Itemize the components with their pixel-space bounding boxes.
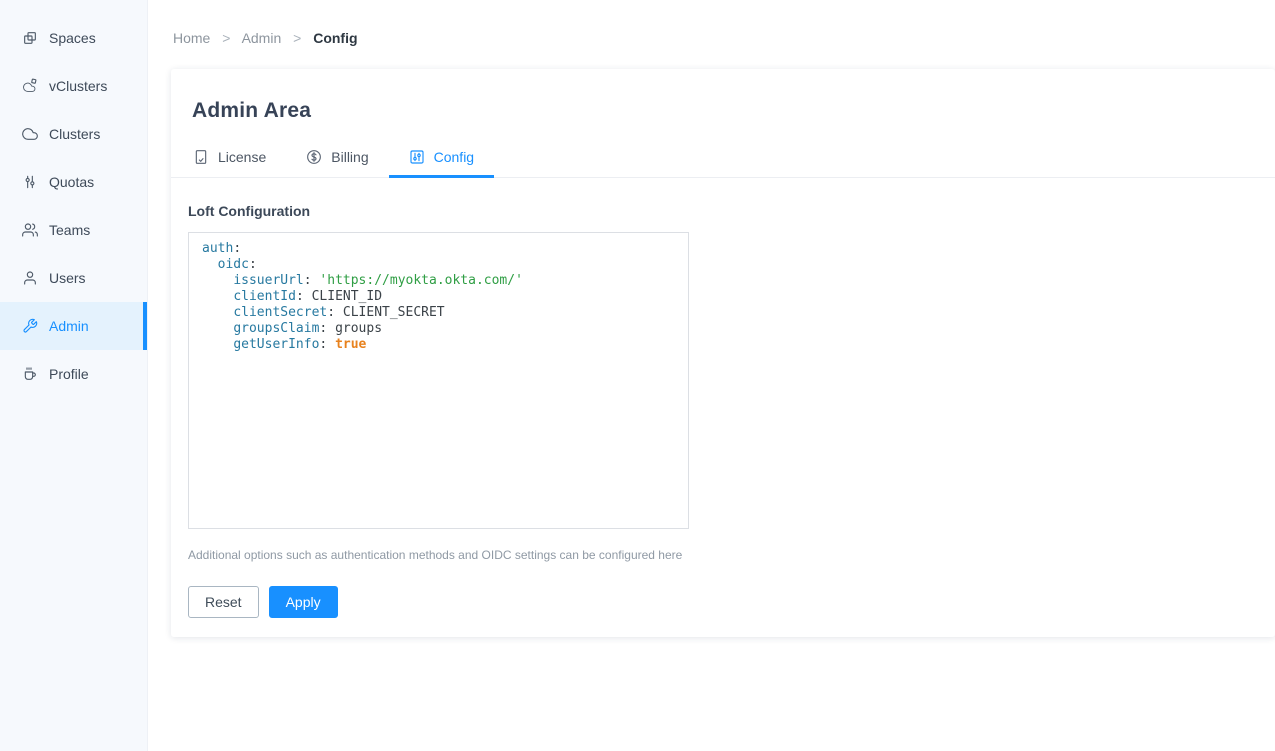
- sidebar-item-vclusters[interactable]: vClusters: [0, 62, 147, 110]
- license-icon: [193, 149, 209, 165]
- sidebar: Spaces vClusters Clusters Quotas Teams U…: [0, 0, 148, 751]
- section-title: Loft Configuration: [188, 203, 1251, 219]
- editor-help-note: Additional options such as authenticatio…: [188, 548, 1251, 562]
- apply-button[interactable]: Apply: [269, 586, 338, 618]
- sidebar-item-label: Clusters: [49, 126, 100, 142]
- billing-dollar-icon: [306, 149, 322, 165]
- admin-wrench-icon: [22, 318, 38, 334]
- teams-icon: [22, 222, 38, 238]
- sidebar-item-label: Spaces: [49, 30, 96, 46]
- sidebar-item-label: Profile: [49, 366, 89, 382]
- sidebar-item-label: vClusters: [49, 78, 107, 94]
- sidebar-item-label: Users: [49, 270, 86, 286]
- sidebar-item-label: Quotas: [49, 174, 94, 190]
- breadcrumb-separator: >: [222, 30, 230, 46]
- clusters-icon: [22, 126, 38, 142]
- config-panel: Loft Configuration auth: oidc: issuerUrl…: [171, 178, 1275, 637]
- tab-license[interactable]: License: [173, 140, 286, 177]
- breadcrumb-item-home[interactable]: Home: [173, 30, 210, 46]
- vclusters-icon: [22, 78, 38, 94]
- sidebar-item-admin[interactable]: Admin: [0, 302, 147, 350]
- quotas-icon: [22, 174, 38, 190]
- tab-label: License: [218, 149, 266, 165]
- tab-config[interactable]: Config: [389, 140, 494, 177]
- reset-button[interactable]: Reset: [188, 586, 259, 618]
- admin-area-card: Admin Area License Billing Config Loft C…: [171, 69, 1275, 637]
- main-content: Home > Admin > Config Admin Area License…: [148, 0, 1275, 751]
- card-title: Admin Area: [171, 69, 1275, 123]
- config-control-icon: [409, 149, 425, 165]
- action-buttons: Reset Apply: [188, 586, 1251, 618]
- config-editor[interactable]: auth: oidc: issuerUrl: 'https://myokta.o…: [188, 232, 689, 529]
- breadcrumb: Home > Admin > Config: [148, 0, 1275, 48]
- tab-label: Billing: [331, 149, 368, 165]
- breadcrumb-separator: >: [293, 30, 301, 46]
- config-editor-code: auth: oidc: issuerUrl: 'https://myokta.o…: [202, 241, 688, 353]
- spaces-icon: [22, 30, 38, 46]
- tab-bar: License Billing Config: [171, 140, 1275, 178]
- sidebar-item-clusters[interactable]: Clusters: [0, 110, 147, 158]
- users-icon: [22, 270, 38, 286]
- breadcrumb-item-admin[interactable]: Admin: [242, 30, 282, 46]
- sidebar-item-quotas[interactable]: Quotas: [0, 158, 147, 206]
- tab-billing[interactable]: Billing: [286, 140, 388, 177]
- sidebar-item-spaces[interactable]: Spaces: [0, 14, 147, 62]
- sidebar-item-users[interactable]: Users: [0, 254, 147, 302]
- sidebar-item-label: Admin: [49, 318, 89, 334]
- sidebar-item-profile[interactable]: Profile: [0, 350, 147, 398]
- sidebar-item-teams[interactable]: Teams: [0, 206, 147, 254]
- breadcrumb-item-config: Config: [313, 30, 357, 46]
- sidebar-item-label: Teams: [49, 222, 90, 238]
- tab-label: Config: [434, 149, 474, 165]
- profile-cup-icon: [22, 366, 38, 382]
